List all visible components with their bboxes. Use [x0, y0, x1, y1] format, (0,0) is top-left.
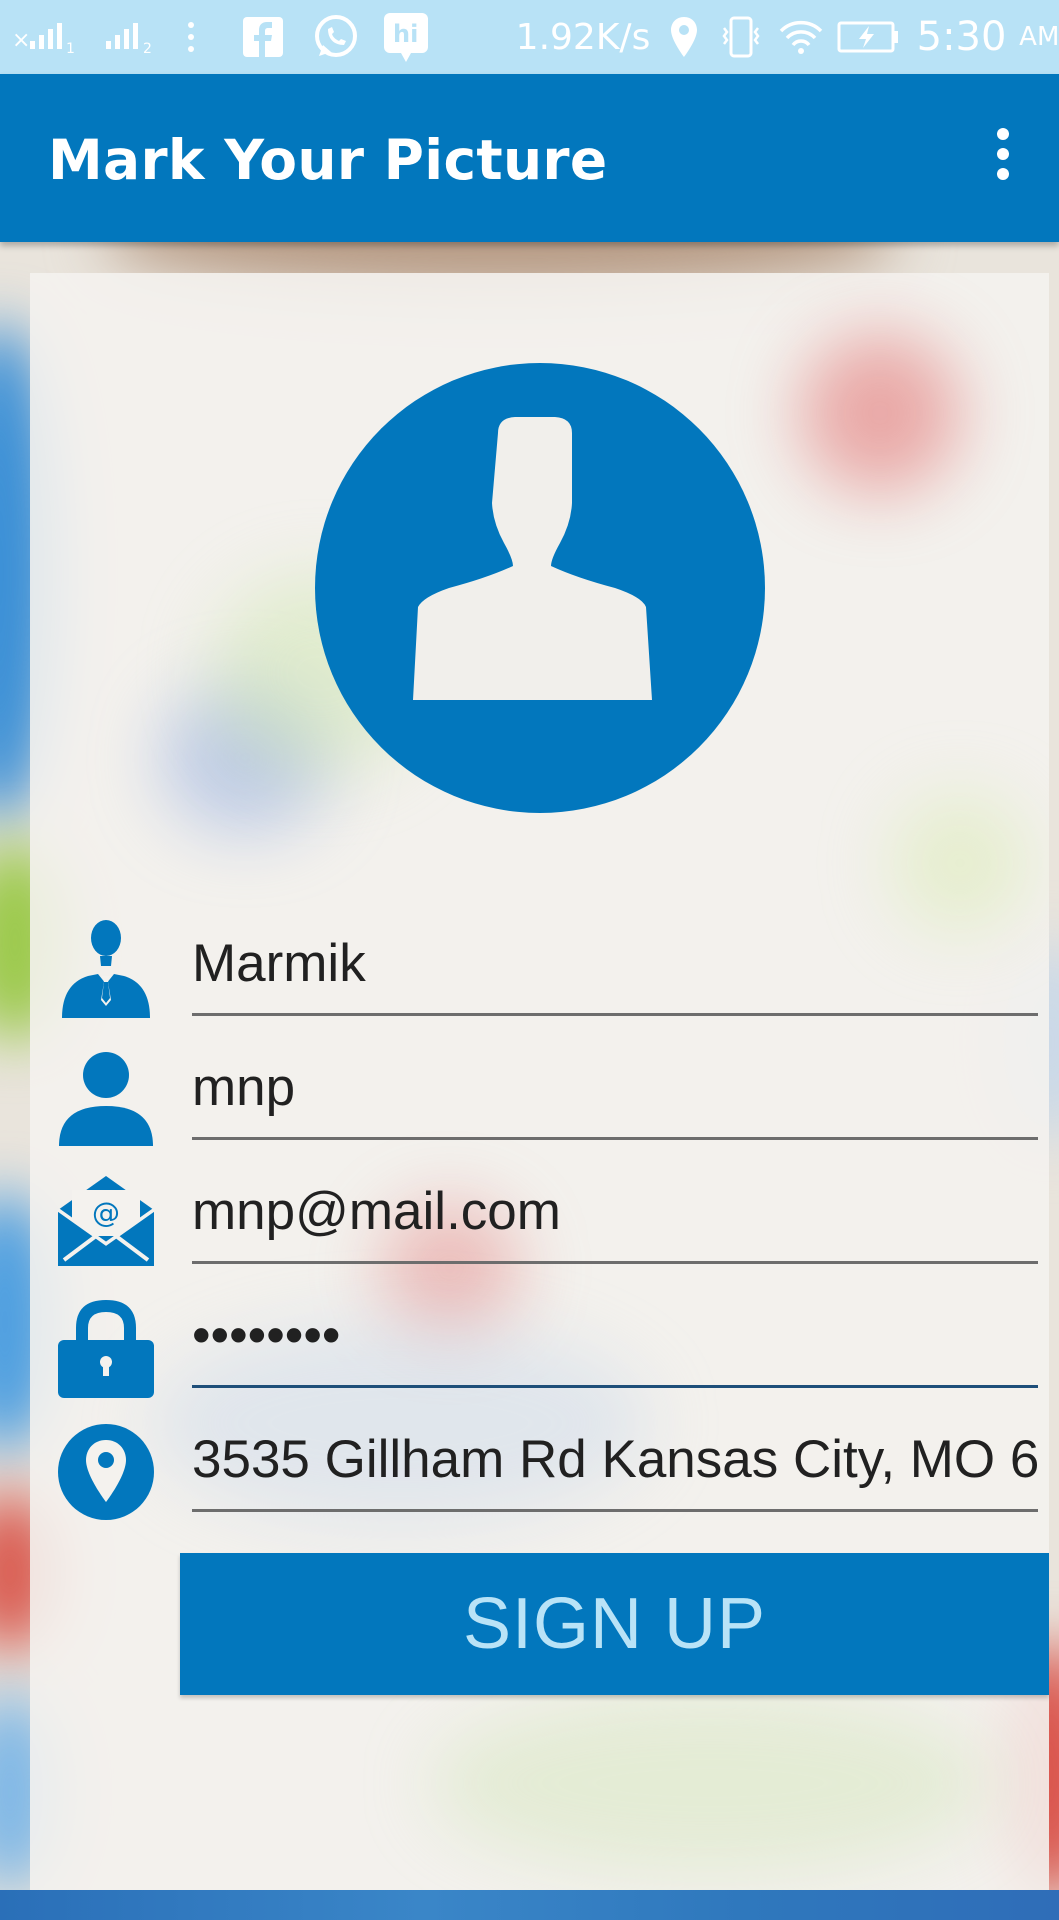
svg-text:hi: hi	[393, 20, 418, 48]
clock-time: 5:30	[916, 14, 1007, 60]
svg-text:2: 2	[143, 41, 152, 57]
username-field[interactable]: mnp	[192, 1037, 1038, 1140]
signal-sim1-icon: × 1	[8, 0, 88, 74]
address-row: 3535 Gillham Rd Kansas City, MO 64	[30, 1409, 1049, 1533]
whatsapp-icon	[306, 0, 366, 74]
network-speed: 1.92K/s	[515, 16, 651, 58]
password-row: ••••••••	[30, 1285, 1049, 1409]
username-field-value: mnp	[192, 1057, 296, 1117]
wifi-icon	[776, 0, 826, 74]
password-field-value: ••••••••	[192, 1305, 341, 1365]
email-icon: @	[56, 1165, 156, 1275]
name-field-value: Marmik	[192, 933, 366, 993]
name-field[interactable]: Marmik	[192, 913, 1038, 1016]
name-row: Marmik	[30, 913, 1049, 1037]
app-title: Mark Your Picture	[48, 128, 608, 192]
email-field-value: mnp@mail.com	[192, 1181, 561, 1241]
signup-card: Marmik mnp @ mnp@mail.com •••••••• 3535 …	[30, 273, 1049, 1890]
email-field[interactable]: mnp@mail.com	[192, 1161, 1038, 1264]
email-row: @ mnp@mail.com	[30, 1161, 1049, 1285]
more-dots-icon	[176, 0, 206, 74]
location-pin-icon	[56, 1417, 156, 1527]
vibrate-icon	[716, 0, 766, 74]
signup-button[interactable]: SIGN UP	[180, 1553, 1049, 1695]
app-bar: Mark Your Picture	[0, 74, 1059, 242]
clock: 5:30 AM	[916, 0, 1059, 74]
address-field[interactable]: 3535 Gillham Rd Kansas City, MO 64	[192, 1409, 1038, 1512]
bottom-map-strip	[0, 1890, 1059, 1920]
hike-icon: hi	[378, 0, 434, 74]
username-row: mnp	[30, 1037, 1049, 1161]
svg-text:@: @	[92, 1196, 120, 1229]
lock-icon	[56, 1293, 156, 1403]
clock-ampm: AM	[1019, 22, 1059, 52]
facebook-icon	[236, 0, 290, 74]
businessman-icon	[56, 917, 156, 1027]
svg-text:×: ×	[12, 28, 30, 53]
profile-avatar-icon[interactable]	[315, 363, 765, 813]
address-field-value: 3535 Gillham Rd Kansas City, MO 64	[192, 1429, 1038, 1489]
battery-charging-icon	[836, 0, 902, 74]
status-bar: × 1 2 hi 1.92K/s 5:30 AM	[0, 0, 1059, 74]
password-field[interactable]: ••••••••	[192, 1285, 1038, 1388]
location-icon	[664, 0, 704, 74]
svg-text:1: 1	[66, 41, 75, 57]
overflow-menu-icon[interactable]	[963, 114, 1043, 194]
signal-sim2-icon: 2	[100, 0, 160, 74]
user-icon	[56, 1043, 156, 1153]
